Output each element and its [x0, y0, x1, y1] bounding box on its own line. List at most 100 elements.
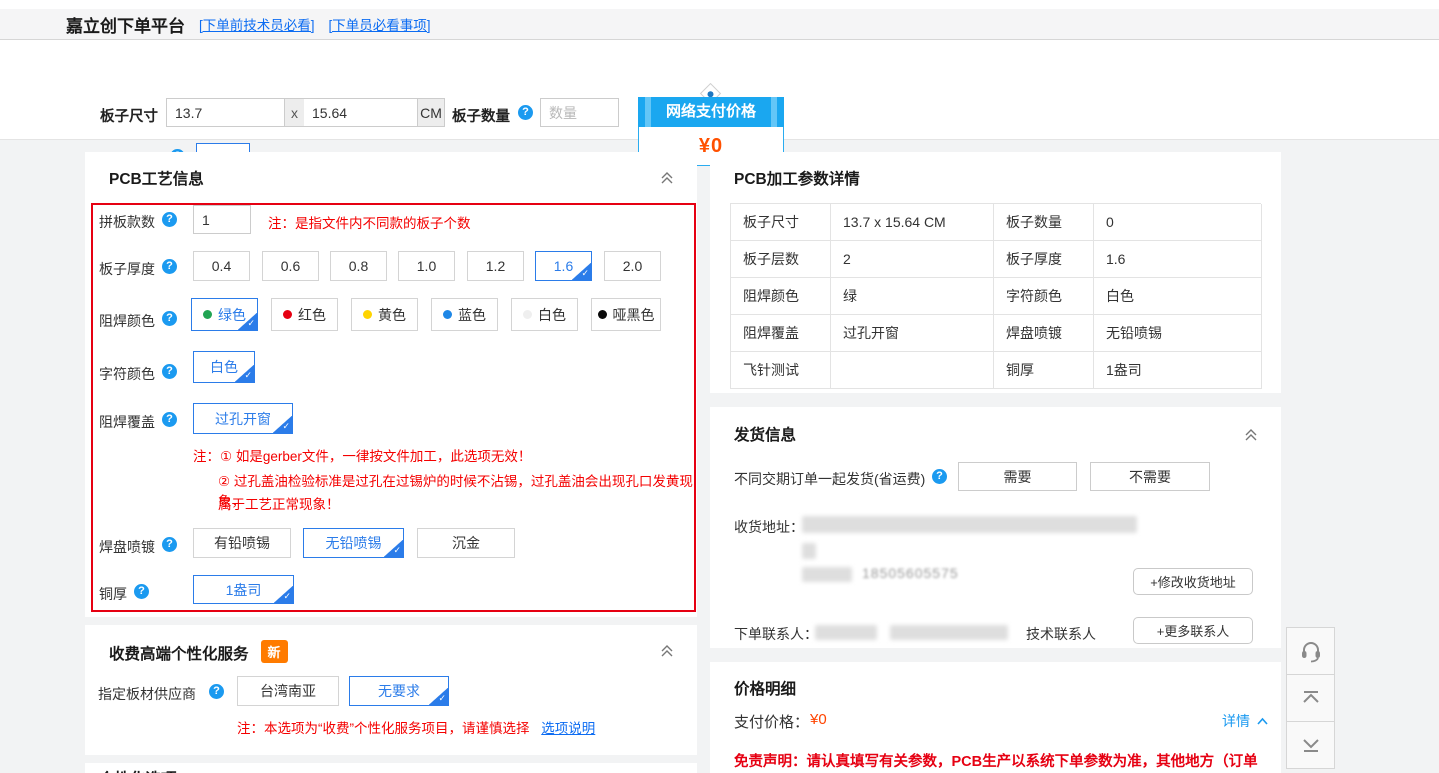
- more-contacts-button[interactable]: +更多联系人: [1133, 617, 1253, 644]
- table-cell: 无铅喷锡: [1094, 315, 1262, 352]
- qty-help-icon[interactable]: [518, 105, 533, 120]
- thickness-option[interactable]: 0.4: [193, 251, 250, 281]
- size-y-input[interactable]: [304, 98, 418, 127]
- mask-color-option[interactable]: 白色: [511, 298, 578, 331]
- plating-label: 焊盘喷镀: [99, 537, 155, 557]
- link-orderer-must-read[interactable]: [下单员必看事项]: [329, 14, 431, 34]
- mask-cover-select[interactable]: 过孔开窗: [193, 403, 293, 434]
- scroll-bottom-icon: [1300, 735, 1322, 755]
- table-cell: 1.6: [1094, 241, 1262, 278]
- check-icon: [429, 688, 448, 705]
- yellow-dot-icon: [363, 310, 372, 319]
- white-dot-icon: [523, 310, 532, 319]
- title-bar: 嘉立创下单平台 [下单前技术员必看] [下单员必看事项]: [0, 9, 1439, 40]
- mask-color-option-selected[interactable]: 绿色: [191, 298, 258, 331]
- thickness-option[interactable]: 0.8: [330, 251, 387, 281]
- thickness-option[interactable]: 2.0: [604, 251, 661, 281]
- plating-option[interactable]: 沉金: [417, 528, 515, 558]
- shipping-panel: 发货信息 不同交期订单一起发货(省运费) 需要 不需要 收货地址： 185056…: [710, 407, 1281, 648]
- option-explain-link[interactable]: 选项说明: [541, 721, 595, 736]
- mask-cover-note-3: 属于工艺正常现象！: [218, 493, 340, 513]
- shipping-title: 发货信息: [734, 423, 796, 445]
- collapse-icon[interactable]: [659, 643, 675, 662]
- page-title: 嘉立创下单平台: [66, 12, 185, 37]
- copper-label: 铜厚: [99, 584, 127, 604]
- pcb-process-title: PCB工艺信息: [109, 167, 204, 189]
- collapse-icon[interactable]: [659, 170, 675, 189]
- mask-color-help-icon[interactable]: [162, 311, 177, 326]
- supplier-option[interactable]: 台湾南亚: [237, 676, 339, 706]
- board-size-label: 板子尺寸: [100, 105, 158, 126]
- check-icon: [238, 313, 257, 330]
- supplier-option-selected[interactable]: 无要求: [349, 676, 449, 706]
- pcb-params-title: PCB加工参数详情: [734, 167, 860, 189]
- table-cell: 白色: [1094, 278, 1262, 315]
- size-x-input[interactable]: [166, 98, 285, 127]
- thickness-help-icon[interactable]: [162, 259, 177, 274]
- table-cell: 板子层数: [731, 241, 831, 278]
- panel-count-note: 注：是指文件内不同款的板子个数: [268, 212, 471, 232]
- customer-service-button[interactable]: [1286, 627, 1335, 675]
- silk-color-select[interactable]: 白色: [193, 351, 255, 383]
- scroll-to-top-button[interactable]: [1286, 674, 1335, 722]
- redacted-name: [802, 567, 852, 582]
- table-cell: 字符颜色: [994, 278, 1094, 315]
- combine-yes-button[interactable]: 需要: [958, 462, 1077, 491]
- mask-cover-label: 阻焊覆盖: [99, 412, 155, 432]
- table-cell: 13.7 x 15.64 CM: [831, 204, 994, 241]
- plating-option-selected[interactable]: 无铅喷锡: [303, 528, 404, 558]
- tech-contact-label: 技术联系人: [1026, 624, 1096, 644]
- mask-color-option[interactable]: 黄色: [351, 298, 418, 331]
- scroll-top-icon: [1300, 688, 1322, 708]
- premium-services-title: 收费高端个性化服务新: [109, 640, 288, 664]
- mask-cover-note-1: 注：① 如是gerber文件，一律按文件加工，此选项无效！: [193, 445, 531, 465]
- mask-color-label: 阻焊颜色: [99, 311, 155, 331]
- floating-toolbar: [1286, 628, 1335, 769]
- plating-help-icon[interactable]: [162, 537, 177, 552]
- redacted-contact-name: [815, 625, 877, 640]
- price-box-title: 网络支付价格: [638, 97, 784, 127]
- disclaimer-text: 免责声明：请认真填写有关参数，PCB生产以系统下单参数为准，其他地方（订单备: [734, 750, 1264, 773]
- table-cell: 板子数量: [994, 204, 1094, 241]
- mask-color-option[interactable]: 红色: [271, 298, 338, 331]
- supplier-help-icon[interactable]: [209, 684, 224, 699]
- price-detail-panel: 价格明细 支付价格： ¥0 详情 免责声明：请认真填写有关参数，PCB生产以系统…: [710, 662, 1281, 773]
- combine-shipping-help-icon[interactable]: [932, 469, 947, 484]
- redacted-contact-phone: [890, 625, 1008, 640]
- copper-select[interactable]: 1盎司: [193, 575, 294, 604]
- table-cell: 1盎司: [1094, 352, 1262, 389]
- thickness-option[interactable]: 1.0: [398, 251, 455, 281]
- check-icon: [384, 540, 403, 557]
- detail-link[interactable]: 详情: [1222, 711, 1268, 731]
- plating-option[interactable]: 有铅喷锡: [193, 528, 291, 558]
- mask-cover-help-icon[interactable]: [162, 412, 177, 427]
- mask-color-option[interactable]: 蓝色: [431, 298, 498, 331]
- green-dot-icon: [203, 310, 212, 319]
- personalization-panel: 个性化选项: [85, 763, 697, 773]
- link-tech-must-read[interactable]: [下单前技术员必看]: [199, 14, 315, 34]
- panel-count-label: 拼板款数: [99, 212, 155, 232]
- modify-address-button[interactable]: +修改收货地址: [1133, 568, 1253, 595]
- collapse-icon[interactable]: [1243, 427, 1259, 446]
- silk-color-label: 字符颜色: [99, 364, 155, 384]
- thickness-option[interactable]: 1.2: [467, 251, 524, 281]
- table-cell: 板子厚度: [994, 241, 1094, 278]
- combine-no-button[interactable]: 不需要: [1090, 462, 1210, 491]
- scroll-to-bottom-button[interactable]: [1286, 721, 1335, 769]
- panel-count-input[interactable]: [193, 205, 251, 234]
- thickness-option-selected[interactable]: 1.6: [535, 251, 592, 281]
- pcb-process-panel: PCB工艺信息 拼板款数 注：是指文件内不同款的板子个数 板子厚度 0.4 0.…: [85, 152, 697, 617]
- pay-price-label: 支付价格：: [734, 711, 809, 732]
- board-qty-input[interactable]: [540, 98, 619, 127]
- address-label: 收货地址：: [734, 517, 804, 537]
- copper-help-icon[interactable]: [134, 584, 149, 599]
- pcb-params-table: 板子尺寸 13.7 x 15.64 CM 板子数量 0 板子层数 2 板子厚度 …: [730, 203, 1261, 389]
- panel-count-help-icon[interactable]: [162, 212, 177, 227]
- silk-color-help-icon[interactable]: [162, 364, 177, 379]
- size-unit-label: CM: [418, 98, 445, 127]
- table-cell: 0: [1094, 204, 1262, 241]
- new-badge: 新: [261, 640, 288, 663]
- personalization-title: 个性化选项: [99, 767, 177, 773]
- mask-color-option[interactable]: 哑黑色: [591, 298, 661, 331]
- thickness-option[interactable]: 0.6: [262, 251, 319, 281]
